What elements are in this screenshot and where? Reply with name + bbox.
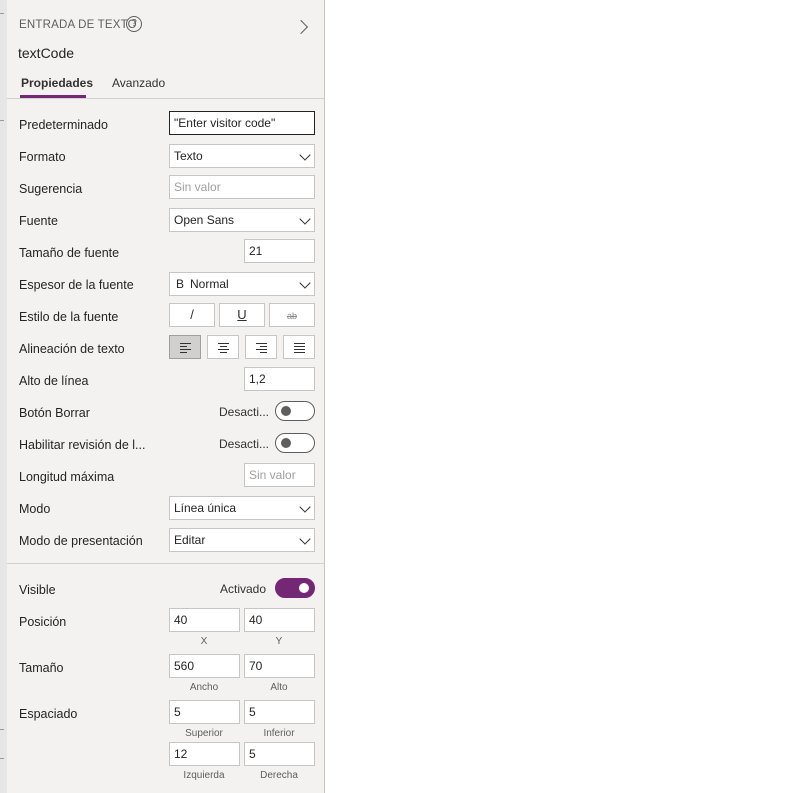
size-width-input[interactable]: 560 — [169, 654, 240, 678]
position-x-input[interactable]: 40 — [169, 608, 240, 632]
italic-icon: / — [190, 307, 194, 322]
mode-label: Modo — [19, 502, 51, 516]
padding-label: Espaciado — [19, 707, 78, 721]
control-name[interactable]: textCode — [18, 45, 74, 61]
underline-icon: U — [237, 307, 247, 322]
align-center-icon — [217, 343, 229, 355]
help-icon[interactable]: ? — [126, 16, 142, 32]
strikethrough-button[interactable]: ab — [269, 303, 315, 327]
font-weight-value: Normal — [190, 277, 229, 291]
position-y-input[interactable]: 40 — [244, 608, 315, 632]
position-label: Posición — [19, 615, 67, 629]
padding-bottom-caption: Inferior — [263, 728, 295, 739]
size-label: Tamaño — [19, 661, 64, 675]
padding-top-caption: Superior — [185, 728, 223, 739]
tab-properties[interactable]: Propiedades — [21, 76, 93, 90]
control-type-label: ENTRADA DE TEXTO — [19, 19, 137, 31]
font-size-label: Tamaño de fuente — [19, 246, 120, 260]
spellcheck-toggle[interactable] — [275, 433, 315, 453]
clear-button-toggle[interactable] — [275, 401, 315, 421]
strikethrough-icon: ab — [286, 311, 297, 321]
default-input[interactable]: "Enter visitor code" — [169, 111, 315, 135]
spellcheck-state: Desacti... — [219, 437, 270, 451]
size-height-input[interactable]: 70 — [244, 654, 315, 678]
font-weight-label: Espesor de la fuente — [19, 278, 134, 292]
align-right-button[interactable] — [245, 335, 277, 359]
chevron-down-icon — [299, 213, 311, 225]
align-right-icon — [255, 343, 267, 355]
padding-top-input[interactable]: 5 — [169, 700, 240, 724]
padding-left-caption: Izquierda — [183, 770, 225, 781]
align-justify-icon — [293, 343, 305, 355]
font-label: Fuente — [19, 214, 58, 228]
format-label: Formato — [19, 150, 66, 164]
font-select[interactable]: Open Sans — [169, 208, 315, 232]
size-height-caption: Alto — [270, 682, 288, 693]
tab-advanced[interactable]: Avanzado — [112, 76, 165, 90]
format-value: Texto — [174, 149, 203, 163]
display-mode-value: Editar — [174, 533, 206, 547]
properties-panel: ENTRADA DE TEXTO ? textCode Propiedades … — [7, 0, 325, 793]
spellcheck-label: Habilitar revisión de l... — [19, 438, 146, 452]
font-size-input[interactable]: 21 — [244, 239, 315, 263]
align-left-icon — [179, 343, 191, 355]
align-justify-button[interactable] — [283, 335, 315, 359]
position-x-caption: X — [200, 636, 208, 647]
default-label: Predeterminado — [19, 118, 108, 132]
hint-label: Sugerencia — [19, 182, 83, 196]
padding-left-input[interactable]: 12 — [169, 742, 240, 766]
max-length-label: Longitud máxima — [19, 470, 115, 484]
size-width-caption: Ancho — [189, 682, 219, 693]
tabs-divider — [7, 98, 325, 99]
section-divider — [7, 563, 325, 564]
chevron-down-icon — [299, 149, 311, 161]
max-length-input[interactable]: Sin valor — [244, 463, 315, 487]
line-height-input[interactable]: 1,2 — [244, 367, 315, 391]
font-value: Open Sans — [174, 213, 235, 227]
bold-icon: B — [176, 277, 185, 291]
mode-select[interactable]: Línea única — [169, 496, 315, 520]
align-left-button[interactable] — [169, 335, 201, 359]
line-height-label: Alto de línea — [19, 374, 89, 388]
font-weight-select[interactable]: B Normal — [169, 272, 315, 296]
format-select[interactable]: Texto — [169, 144, 315, 168]
visible-label: Visible — [19, 583, 56, 597]
clear-button-label: Botón Borrar — [19, 406, 90, 420]
italic-button[interactable]: / — [169, 303, 215, 327]
visible-state: Activado — [220, 582, 267, 596]
clear-button-state: Desacti... — [219, 405, 270, 419]
display-mode-label: Modo de presentación — [19, 534, 143, 548]
underline-button[interactable]: U — [219, 303, 265, 327]
padding-bottom-input[interactable]: 5 — [244, 700, 315, 724]
chevron-right-icon[interactable] — [293, 19, 309, 35]
left-canvas-edge — [0, 0, 7, 793]
chevron-down-icon — [299, 501, 311, 513]
chevron-down-icon — [299, 533, 311, 545]
position-y-caption: Y — [275, 636, 283, 647]
hint-input[interactable]: Sin valor — [169, 175, 315, 199]
text-align-label: Alineación de texto — [19, 342, 125, 356]
mode-value: Línea única — [174, 501, 237, 515]
padding-right-input[interactable]: 5 — [244, 742, 315, 766]
visible-toggle[interactable] — [275, 578, 315, 598]
padding-right-caption: Derecha — [260, 770, 298, 781]
display-mode-select[interactable]: Editar — [169, 528, 315, 552]
font-style-label: Estilo de la fuente — [19, 310, 119, 324]
chevron-down-icon — [299, 277, 311, 289]
align-center-button[interactable] — [207, 335, 239, 359]
